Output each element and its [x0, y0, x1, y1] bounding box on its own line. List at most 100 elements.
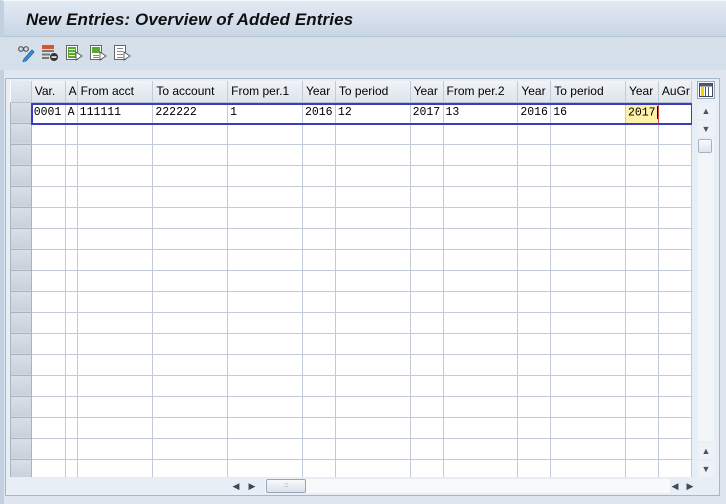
cell-augr[interactable] — [658, 333, 692, 355]
cell-year3[interactable] — [517, 291, 552, 313]
cell-augr[interactable] — [658, 186, 692, 208]
cell-from-per2[interactable] — [443, 165, 519, 187]
row-selector[interactable] — [10, 206, 32, 229]
cell-year2[interactable] — [410, 291, 444, 313]
cell-from-acct[interactable] — [77, 417, 154, 439]
cell-year4[interactable] — [625, 333, 659, 355]
cell-from-per1[interactable] — [227, 417, 303, 439]
row-selector[interactable] — [10, 416, 32, 439]
column-header-year4[interactable]: Year — [625, 81, 659, 103]
cell-year4[interactable] — [625, 186, 659, 208]
cell-to-period2[interactable] — [550, 123, 626, 145]
cell-augr[interactable] — [658, 312, 692, 334]
cell-a[interactable] — [65, 144, 78, 166]
row-selector[interactable] — [10, 248, 32, 271]
cell-year2[interactable] — [410, 459, 444, 477]
cell-a[interactable] — [65, 207, 78, 229]
cell-to-period2[interactable] — [550, 312, 626, 334]
cell-year3[interactable] — [517, 459, 552, 477]
cell-from-per1[interactable]: 1 — [227, 102, 303, 124]
cell-to-period1[interactable] — [335, 249, 411, 271]
cell-a[interactable] — [65, 270, 78, 292]
cell-year1[interactable] — [302, 228, 336, 250]
cell-from-per2[interactable] — [443, 144, 519, 166]
cell-var[interactable] — [31, 165, 66, 187]
cell-from-per2[interactable] — [443, 207, 519, 229]
cell-year1[interactable] — [302, 396, 336, 418]
row-selector[interactable] — [10, 332, 32, 355]
cell-year4[interactable] — [625, 270, 659, 292]
cell-var[interactable] — [31, 333, 66, 355]
row-selector[interactable] — [10, 185, 32, 208]
cell-to-period1[interactable] — [335, 375, 411, 397]
cell-year2[interactable] — [410, 270, 444, 292]
cell-year3[interactable] — [517, 123, 552, 145]
cell-from-acct[interactable] — [77, 459, 154, 477]
cell-year3[interactable] — [517, 417, 552, 439]
cell-from-per1[interactable] — [227, 354, 303, 376]
cell-from-per1[interactable] — [227, 207, 303, 229]
scroll-down-button[interactable]: ▼ — [698, 121, 714, 137]
cell-a[interactable] — [65, 312, 78, 334]
cell-year3[interactable] — [517, 396, 552, 418]
cell-from-per2[interactable] — [443, 291, 519, 313]
cell-year3[interactable] — [517, 270, 552, 292]
cell-from-acct[interactable]: 111111 — [77, 102, 154, 124]
select-all-button[interactable] — [64, 43, 84, 63]
cell-from-per2[interactable] — [443, 375, 519, 397]
cell-from-per1[interactable] — [227, 459, 303, 477]
cell-year4[interactable] — [625, 123, 659, 145]
cell-to-account[interactable]: 222222 — [152, 102, 229, 124]
row-selector[interactable] — [10, 437, 32, 460]
cell-var[interactable] — [31, 186, 66, 208]
column-header-var[interactable]: Var. — [31, 81, 66, 103]
cell-to-account[interactable] — [152, 291, 229, 313]
horizontal-scroll-track[interactable] — [265, 479, 670, 493]
cell-from-acct[interactable] — [77, 228, 154, 250]
cell-augr[interactable] — [658, 228, 692, 250]
cell-a[interactable] — [65, 291, 78, 313]
cell-to-period1[interactable] — [335, 270, 411, 292]
cell-to-period1[interactable] — [335, 291, 411, 313]
cell-year1[interactable] — [302, 459, 336, 477]
cell-augr[interactable] — [658, 207, 692, 229]
cell-a[interactable] — [65, 396, 78, 418]
cell-var[interactable] — [31, 144, 66, 166]
cell-from-per2[interactable] — [443, 354, 519, 376]
cell-to-period2[interactable] — [550, 186, 626, 208]
cell-augr[interactable] — [658, 396, 692, 418]
cell-from-per1[interactable] — [227, 165, 303, 187]
cell-augr[interactable] — [658, 438, 692, 460]
cell-from-per1[interactable] — [227, 291, 303, 313]
cell-to-period2[interactable] — [550, 270, 626, 292]
cell-a[interactable] — [65, 186, 78, 208]
cell-year3[interactable] — [517, 375, 552, 397]
cell-to-account[interactable] — [152, 459, 229, 477]
cell-from-per1[interactable] — [227, 186, 303, 208]
cell-year4[interactable] — [625, 417, 659, 439]
cell-year1[interactable] — [302, 123, 336, 145]
cell-from-acct[interactable] — [77, 270, 154, 292]
column-header-to-account[interactable]: To account — [152, 81, 229, 103]
cell-year2[interactable] — [410, 396, 444, 418]
cell-year3[interactable] — [517, 186, 552, 208]
cell-year4[interactable] — [625, 312, 659, 334]
cell-to-period2[interactable] — [550, 144, 626, 166]
cell-year1[interactable] — [302, 207, 336, 229]
cell-to-period1[interactable] — [335, 228, 411, 250]
cell-to-period2[interactable] — [550, 438, 626, 460]
cell-year2[interactable] — [410, 249, 444, 271]
cell-year2[interactable] — [410, 144, 444, 166]
cell-a[interactable] — [65, 228, 78, 250]
cell-from-acct[interactable] — [77, 375, 154, 397]
cell-from-acct[interactable] — [77, 144, 154, 166]
cell-year2[interactable] — [410, 417, 444, 439]
cell-from-per2[interactable] — [443, 438, 519, 460]
delete-row-button[interactable] — [40, 43, 60, 63]
cell-year3[interactable] — [517, 333, 552, 355]
cell-to-period2[interactable] — [550, 354, 626, 376]
cell-from-acct[interactable] — [77, 438, 154, 460]
cell-var[interactable] — [31, 438, 66, 460]
cell-augr[interactable] — [658, 102, 692, 124]
vertical-scroll-thumb[interactable] — [698, 139, 712, 153]
